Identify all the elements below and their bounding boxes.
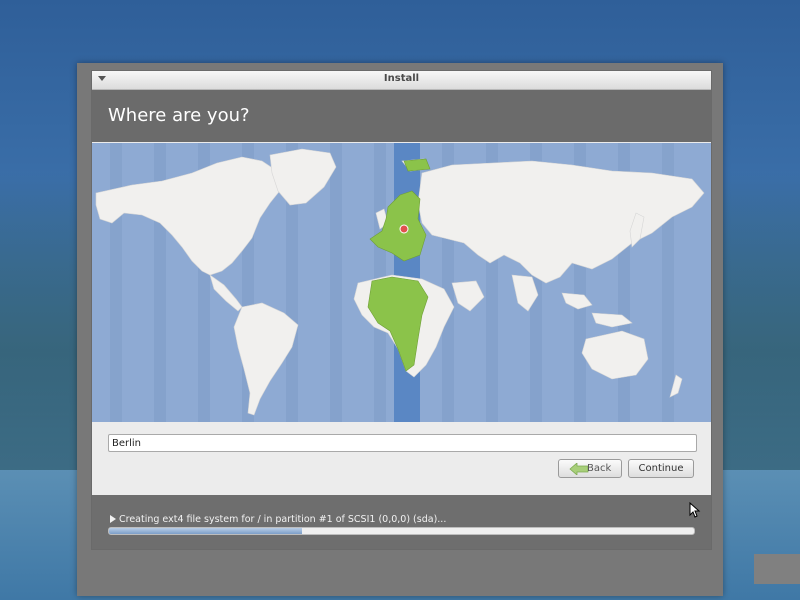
page-header: Where are you?: [92, 90, 711, 142]
desktop-corner-panel: [754, 554, 800, 584]
location-marker: [399, 224, 409, 234]
window-titlebar[interactable]: Install: [92, 71, 711, 90]
window-title: Install: [383, 73, 420, 84]
progress-status-text: Creating ext4 file system for / in parti…: [119, 514, 447, 525]
progress-status[interactable]: Creating ext4 file system for / in parti…: [110, 514, 446, 525]
install-progress-area: Creating ext4 file system for / in parti…: [92, 495, 711, 549]
location-input[interactable]: [108, 434, 697, 452]
arrow-left-icon: [569, 463, 589, 475]
progress-bar: [108, 527, 695, 535]
world-map-graphic: [95, 143, 705, 422]
mouse-pointer-icon: [689, 502, 701, 518]
timezone-map[interactable]: [92, 143, 711, 422]
page-title: Where are you?: [108, 105, 250, 126]
back-button[interactable]: Back: [558, 459, 622, 478]
installer-window: Install Where are you? Berlin Back Conti…: [91, 70, 712, 550]
back-button-label: Back: [587, 463, 612, 474]
location-controls: Back Continue: [92, 422, 711, 494]
triangle-right-icon: [110, 515, 116, 523]
progress-bar-fill: [109, 528, 303, 534]
continue-button[interactable]: Continue: [628, 459, 694, 478]
